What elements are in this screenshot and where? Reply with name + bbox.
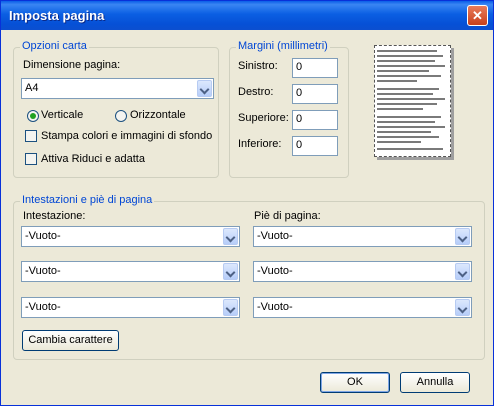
page-setup-dialog: Imposta pagina ✕ Opzioni carta Dimension…	[0, 0, 494, 406]
page-size-label: Dimensione pagina:	[23, 59, 121, 71]
close-icon: ✕	[472, 8, 483, 23]
margin-right-input[interactable]: 0	[292, 84, 338, 104]
header-select-3[interactable]: -Vuoto-	[21, 297, 240, 318]
margin-bottom-label: Inferiore:	[238, 138, 282, 150]
chevron-down-icon[interactable]	[223, 263, 238, 280]
chevron-down-icon[interactable]	[455, 263, 470, 280]
chevron-down-icon[interactable]	[455, 299, 470, 316]
ok-button[interactable]: OK	[320, 372, 390, 393]
footer-select-2[interactable]: -Vuoto-	[253, 261, 472, 282]
margin-left-label: Sinistro:	[238, 60, 278, 72]
cancel-button[interactable]: Annulla	[400, 372, 470, 393]
footer-select-3[interactable]: -Vuoto-	[253, 297, 472, 318]
margin-top-label: Superiore:	[238, 112, 289, 124]
print-background-checkbox[interactable]	[25, 130, 37, 142]
header-select-2-value: -Vuoto-	[25, 265, 61, 277]
title-bar[interactable]: Imposta pagina ✕	[1, 1, 493, 30]
page-size-value: A4	[25, 82, 39, 94]
margins-legend: Margini (millimetri)	[236, 40, 330, 52]
change-font-button[interactable]: Cambia carattere	[22, 330, 119, 351]
chevron-down-icon[interactable]	[223, 228, 238, 245]
chevron-down-icon[interactable]	[197, 80, 212, 97]
margin-right-label: Destro:	[238, 86, 274, 98]
header-select-3-value: -Vuoto-	[25, 301, 61, 313]
close-button[interactable]: ✕	[467, 5, 488, 26]
shrink-to-fit-checkbox[interactable]	[25, 153, 37, 165]
landscape-radio[interactable]	[115, 110, 127, 122]
landscape-label[interactable]: Orizzontale	[130, 109, 186, 121]
margin-top-input[interactable]: 0	[292, 110, 338, 130]
print-background-label[interactable]: Stampa colori e immagini di sfondo	[41, 130, 212, 142]
chevron-down-icon[interactable]	[223, 299, 238, 316]
header-footer-legend: Intestazioni e piè di pagina	[20, 194, 155, 206]
footer-select-2-value: -Vuoto-	[257, 265, 293, 277]
portrait-radio[interactable]	[27, 110, 39, 122]
page-preview	[374, 45, 451, 157]
chevron-down-icon[interactable]	[455, 228, 470, 245]
header-label: Intestazione:	[23, 210, 86, 222]
header-select-1-value: -Vuoto-	[25, 230, 61, 242]
page-size-select[interactable]: A4	[21, 78, 214, 99]
portrait-label[interactable]: Verticale	[41, 109, 83, 121]
footer-select-1-value: -Vuoto-	[257, 230, 293, 242]
header-select-1[interactable]: -Vuoto-	[21, 226, 240, 247]
window-title: Imposta pagina	[9, 8, 105, 23]
footer-select-1[interactable]: -Vuoto-	[253, 226, 472, 247]
paper-options-legend: Opzioni carta	[20, 40, 89, 52]
shrink-to-fit-label[interactable]: Attiva Riduci e adatta	[41, 153, 145, 165]
margin-left-input[interactable]: 0	[292, 58, 338, 78]
header-select-2[interactable]: -Vuoto-	[21, 261, 240, 282]
margin-bottom-input[interactable]: 0	[292, 136, 338, 156]
footer-label: Piè di pagina:	[254, 210, 321, 222]
footer-select-3-value: -Vuoto-	[257, 301, 293, 313]
